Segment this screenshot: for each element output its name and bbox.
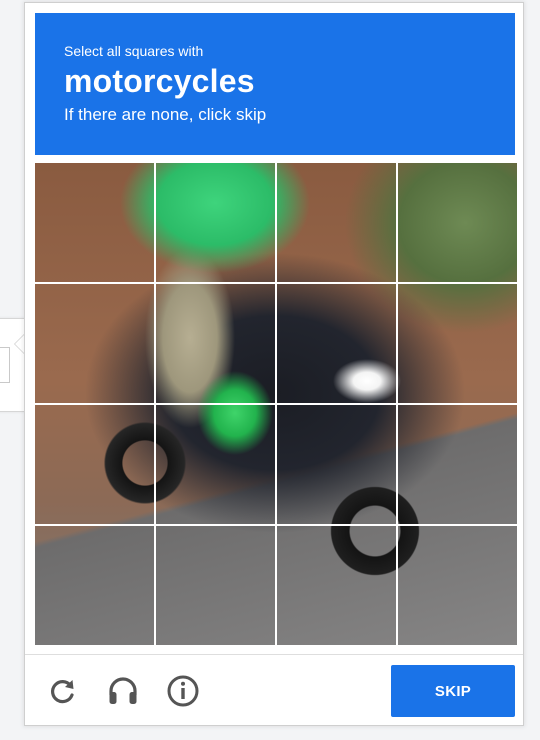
tile-image <box>156 405 275 524</box>
image-tile[interactable] <box>156 405 275 524</box>
image-tile[interactable] <box>35 284 154 403</box>
footer-divider <box>25 654 523 655</box>
audio-challenge-button[interactable] <box>105 673 141 709</box>
reload-icon <box>51 680 74 704</box>
target-object-text: motorcycles <box>64 63 255 99</box>
tile-image <box>35 163 154 282</box>
captcha-challenge-frame: Select all squares with motorcycles If t… <box>24 2 524 726</box>
image-tile[interactable] <box>277 284 396 403</box>
tile-image <box>156 163 275 282</box>
image-tile[interactable] <box>35 405 154 524</box>
image-tile[interactable] <box>156 526 275 645</box>
image-tile[interactable] <box>277 526 396 645</box>
tile-image <box>398 526 517 645</box>
tile-image <box>277 405 396 524</box>
tile-image <box>35 405 154 524</box>
tile-image <box>35 526 154 645</box>
image-tile[interactable] <box>35 163 154 282</box>
instruction-text: Select all squares with <box>64 43 204 59</box>
image-tile[interactable] <box>398 163 517 282</box>
tile-image <box>398 284 517 403</box>
image-tile[interactable] <box>398 405 517 524</box>
checkbox-widget-stub <box>0 318 26 412</box>
tile-image <box>156 526 275 645</box>
tile-image <box>398 405 517 524</box>
tile-image <box>156 284 275 403</box>
tile-image <box>277 284 396 403</box>
challenge-header: Select all squares with motorcycles If t… <box>35 13 515 155</box>
tile-image <box>35 284 154 403</box>
image-tile[interactable] <box>277 163 396 282</box>
tile-image <box>277 526 396 645</box>
image-tile[interactable] <box>398 526 517 645</box>
hint-text: If there are none, click skip <box>64 105 267 124</box>
checkbox-edge <box>0 347 10 383</box>
tile-image <box>398 163 517 282</box>
skip-button[interactable]: SKIP <box>391 665 515 717</box>
image-tile[interactable] <box>156 163 275 282</box>
info-button[interactable] <box>165 673 201 709</box>
headphones-icon <box>109 677 137 704</box>
image-tile[interactable] <box>398 284 517 403</box>
reload-button[interactable] <box>45 673 81 709</box>
image-tile[interactable] <box>35 526 154 645</box>
image-tile[interactable] <box>156 284 275 403</box>
tile-image <box>277 163 396 282</box>
image-tile-grid <box>35 163 517 645</box>
image-tile[interactable] <box>277 405 396 524</box>
info-icon <box>167 675 199 707</box>
